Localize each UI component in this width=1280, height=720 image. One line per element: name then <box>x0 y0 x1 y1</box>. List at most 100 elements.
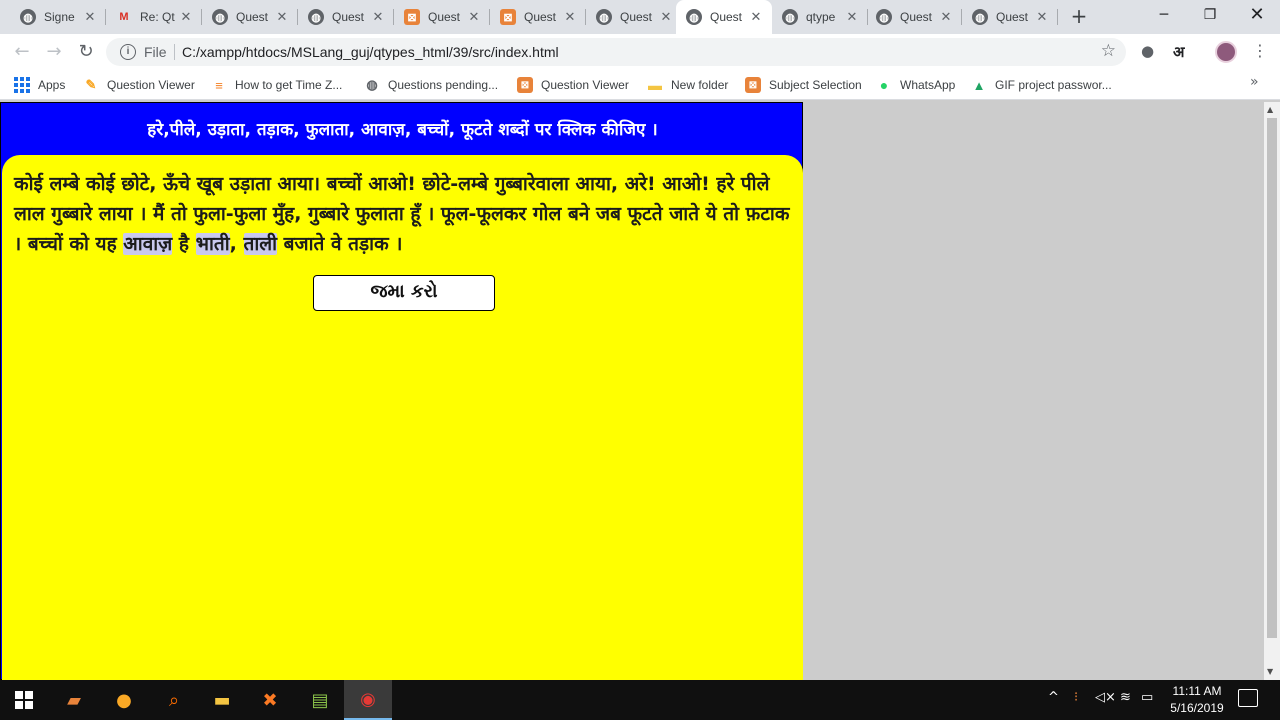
sublime-text-icon[interactable]: ▰ <box>50 680 98 720</box>
omnibox-divider <box>174 44 175 60</box>
tab-title: Quest <box>332 10 365 24</box>
page-content: हरे,पीले, उड़ाता, तड़ाक, फुलाता, आवाज़, … <box>0 102 1264 681</box>
xampp-icon: ⊠ <box>500 9 516 25</box>
bookmark-item[interactable]: ● WhatsApp <box>876 76 956 94</box>
tab-1[interactable]: ◍ Signe ✕ <box>10 0 106 34</box>
tray-app-icon[interactable]: ⁝ <box>1074 690 1078 705</box>
reload-button[interactable]: ↻ <box>74 40 98 64</box>
close-window-button[interactable]: ✕ <box>1234 0 1280 34</box>
bookmarks-overflow-icon[interactable]: » <box>1250 74 1259 90</box>
gmail-icon: M <box>119 11 129 23</box>
selected-word[interactable]: आवाज़ <box>123 233 173 255</box>
tab-close-icon[interactable]: ✕ <box>82 9 98 25</box>
bookmark-item[interactable]: ≡ How to get Time Z... <box>211 76 342 94</box>
submit-button[interactable]: જમા કરો <box>313 275 495 311</box>
minimize-button[interactable]: ─ <box>1141 0 1187 34</box>
xampp-taskbar-icon[interactable]: ✖ <box>246 680 294 720</box>
bookmark-item[interactable]: Apps <box>14 76 65 94</box>
selected-word[interactable]: ताली <box>243 233 278 255</box>
info-icon[interactable]: i <box>120 44 136 60</box>
tab-close-icon[interactable]: ✕ <box>178 9 194 25</box>
tab-close-icon[interactable]: ✕ <box>370 9 386 25</box>
passage-segment[interactable]: बजाते वे तड़ाक । <box>277 233 403 255</box>
globe-icon: ◍ <box>686 9 702 25</box>
passage-card: कोई लम्बे कोई छोटे, ऊँचे खूब उड़ाता आया।… <box>2 155 803 681</box>
url-text[interactable]: C:/xampp/htdocs/MSLang_guj/qtypes_html/3… <box>182 44 559 60</box>
whatsapp-icon: ● <box>879 77 889 93</box>
passage-segment[interactable]: है <box>172 233 195 255</box>
scrollbar-thumb[interactable] <box>1267 118 1277 638</box>
tab-title: Quest <box>428 10 461 24</box>
stack-icon: ≡ <box>215 77 223 93</box>
bookmark-item[interactable]: ✎ Question Viewer <box>83 76 195 94</box>
passage-segment[interactable]: , <box>230 233 244 255</box>
tab-5[interactable]: ⊠ Quest ✕ <box>394 0 490 34</box>
bookmark-label: Subject Selection <box>769 78 862 92</box>
back-button[interactable]: ← <box>10 40 34 64</box>
tab-9[interactable]: ◍ qtype ✕ <box>772 0 868 34</box>
tab-close-icon[interactable]: ✕ <box>844 9 860 25</box>
tab-title: qtype <box>806 10 836 24</box>
windows-taskbar: ▰ ● ⌕ ▬ ✖ ▤ ◉ ^ ⁝ ◁× ≋ ▭ 11:11 AM 5/16/2… <box>0 680 1280 720</box>
drive-icon: ▲ <box>972 77 986 93</box>
vertical-scrollbar[interactable]: ▲ ▼ <box>1264 102 1280 680</box>
browser-menu-icon[interactable]: ⋮ <box>1252 41 1268 60</box>
file-explorer-icon[interactable]: ▬ <box>198 680 246 720</box>
tab-close-icon[interactable]: ✕ <box>658 9 674 25</box>
forward-button[interactable]: → <box>42 40 66 64</box>
chrome-taskbar-icon[interactable]: ◉ <box>344 680 392 720</box>
tab-10[interactable]: ◍ Quest ✕ <box>866 0 962 34</box>
bookmark-label: Questions pending... <box>388 78 499 92</box>
bookmark-label: Question Viewer <box>107 78 195 92</box>
notepad-app-icon[interactable]: ▤ <box>296 680 344 720</box>
tab-2[interactable]: M Re: Qt ✕ <box>106 0 202 34</box>
bookmark-label: How to get Time Z... <box>235 78 343 92</box>
tab-close-icon[interactable]: ✕ <box>466 9 482 25</box>
tab-separator <box>1057 9 1058 25</box>
globe-icon: ◍ <box>972 9 988 25</box>
tab-title: Quest <box>524 10 557 24</box>
tab-8[interactable]: ◍ Quest ✕ <box>676 0 772 34</box>
tab-4[interactable]: ◍ Quest ✕ <box>298 0 394 34</box>
new-tab-button[interactable]: + <box>1067 5 1091 29</box>
bookmark-item[interactable]: ⊠ Subject Selection <box>745 76 862 94</box>
tab-7[interactable]: ◍ Quest ✕ <box>586 0 682 34</box>
globe-icon: ◍ <box>366 77 378 92</box>
search-app-icon[interactable]: ⌕ <box>150 680 198 720</box>
restore-button[interactable]: ❐ <box>1187 0 1233 34</box>
battery-icon[interactable]: ▭ <box>1141 690 1153 705</box>
tab-close-icon[interactable]: ✕ <box>1034 9 1050 25</box>
wifi-icon[interactable]: ≋ <box>1120 690 1131 705</box>
action-center-icon[interactable] <box>1238 689 1258 707</box>
tab-3[interactable]: ◍ Quest ✕ <box>202 0 298 34</box>
bookmark-star-icon[interactable]: ☆ <box>1101 41 1116 61</box>
bookmark-item[interactable]: ◍ Questions pending... <box>364 76 498 94</box>
folder-icon: ▬ <box>648 77 662 93</box>
bookmark-item[interactable]: ▲ GIF project passwor... <box>971 76 1112 94</box>
tab-close-icon[interactable]: ✕ <box>748 9 764 25</box>
tab-close-icon[interactable]: ✕ <box>938 9 954 25</box>
globe-icon: ◍ <box>20 9 36 25</box>
selected-word[interactable]: भाती <box>195 233 230 255</box>
tab-close-icon[interactable]: ✕ <box>562 9 578 25</box>
tab-close-icon[interactable]: ✕ <box>274 9 290 25</box>
scroll-up-icon[interactable]: ▲ <box>1267 105 1273 114</box>
bookmark-label: Question Viewer <box>541 78 629 92</box>
system-clock[interactable]: 11:11 AM 5/16/2019 <box>1162 683 1232 717</box>
volume-muted-icon[interactable]: ◁× <box>1095 690 1116 705</box>
tray-expand-icon[interactable]: ^ <box>1048 690 1059 705</box>
address-bar[interactable]: i File C:/xampp/htdocs/MSLang_guj/qtypes… <box>106 38 1126 66</box>
bookmark-item[interactable]: ⊠ Question Viewer <box>517 76 629 94</box>
scroll-down-icon[interactable]: ▼ <box>1267 667 1273 676</box>
globe-icon: ◍ <box>212 9 228 25</box>
tab-11[interactable]: ◍ Quest ✕ <box>962 0 1058 34</box>
fruit-app-icon[interactable]: ● <box>100 680 148 720</box>
page-icon: ✎ <box>85 77 97 92</box>
bookmark-item[interactable]: ▬ New folder <box>647 76 728 94</box>
start-button[interactable] <box>0 680 48 720</box>
extension-record-icon[interactable]: ● <box>1141 42 1154 60</box>
hindi-input-extension-icon[interactable]: अ <box>1173 42 1184 62</box>
apps-grid-icon <box>14 77 30 93</box>
tab-6[interactable]: ⊠ Quest ✕ <box>490 0 586 34</box>
profile-avatar[interactable] <box>1215 41 1237 63</box>
